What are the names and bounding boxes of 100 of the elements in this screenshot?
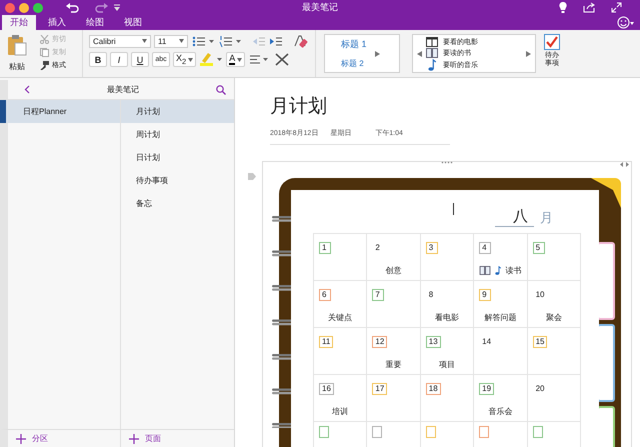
indent-icon[interactable] [269,34,283,48]
font-color-button[interactable]: A [226,52,246,67]
caret-icon [179,39,184,43]
resize-arrows-icon[interactable] [620,162,629,167]
cell-note: 创意 [386,265,402,276]
scissors-icon [40,34,49,44]
month-suffix: 月 [540,209,553,227]
page-item[interactable]: 周计划 [121,123,234,146]
day-number: 11 [319,336,334,348]
day-checkbox[interactable] [319,426,329,438]
lightbulb-icon[interactable] [559,2,567,13]
underline-button[interactable]: U [131,52,149,67]
section-item[interactable]: 日程Planner [0,100,120,123]
cell-note: 聚会 [546,312,562,323]
caret-icon [142,39,147,43]
paragraph-handle-icon[interactable] [248,173,256,180]
day-number: 20 [534,383,546,395]
plus-icon [16,434,26,444]
font-size-dropdown[interactable]: 11 [154,34,188,48]
day-number: 4 [479,242,492,254]
page-item[interactable]: 备忘 [121,192,234,215]
font-name-dropdown[interactable]: Calibri [89,34,151,48]
search-icon[interactable] [216,84,226,94]
copy-icon [40,48,49,56]
folded-corner-icon [591,178,621,208]
book-icon [479,266,492,275]
caret-icon [237,58,242,62]
paste-button[interactable]: 粘贴 [0,30,34,77]
music-note-icon [426,58,438,70]
page-item[interactable]: 日计划 [121,146,234,169]
bullet-list-icon[interactable] [191,34,215,48]
share-icon[interactable] [583,2,595,13]
day-checkbox[interactable] [532,426,543,438]
plus-icon [129,434,139,444]
page-item[interactable]: 月计划 [121,100,234,123]
clear-formatting-icon[interactable] [273,52,292,67]
smiley-icon[interactable] [617,16,634,29]
gallery-arrow-icon[interactable] [417,50,422,56]
day-number: 5 [532,242,545,254]
cell-note: 看电影 [434,312,459,323]
page-item[interactable]: 待办事项 [121,169,234,192]
notebook-title: 最美笔记 [107,84,139,95]
gallery-arrow-icon[interactable] [526,50,531,56]
day-number: 7 [372,289,384,301]
month-name: 八 [495,209,534,227]
ribbon-tab[interactable]: 插入 [40,15,74,30]
bold-button[interactable]: B [89,52,107,67]
day-number: 9 [479,289,492,301]
day-number: 13 [426,336,441,348]
eraser-icon[interactable] [293,34,309,48]
day-number: 3 [426,242,438,254]
close-button[interactable] [5,2,15,12]
cell-note: 音乐会 [488,406,512,417]
add-page-button[interactable]: 页面 [120,430,232,447]
numbered-list-icon[interactable] [218,34,242,48]
day-number: 18 [426,383,441,395]
day-number: 6 [319,289,331,301]
day-number: 15 [532,336,548,348]
caret-icon [188,58,194,62]
minimize-button[interactable] [19,2,29,12]
undo-icon[interactable] [65,2,79,12]
cell-note: 重要 [386,359,402,370]
container-grip-icon[interactable] [441,161,453,164]
day-checkbox[interactable] [372,426,382,438]
day-number: 1 [319,242,331,254]
format-painter-icon [40,60,49,70]
ribbon-tab[interactable]: 视图 [116,15,150,30]
cell-note: 解答问题 [484,312,516,323]
page-title: 月计划 [270,95,327,119]
day-number: 19 [479,383,494,395]
clipboard-icon [7,34,27,56]
italic-button[interactable]: I [110,52,128,67]
redo-icon[interactable] [95,2,109,12]
ribbon-tab[interactable]: 绘图 [78,15,112,30]
day-number: 12 [372,336,388,348]
day-number: 16 [319,383,334,395]
add-section-button[interactable]: 分区 [8,430,120,447]
cell-note: 项目 [438,359,455,370]
day-number: 17 [372,383,388,395]
book-icon [426,48,438,58]
day-number: 14 [481,336,492,348]
cell-note: 读书 [505,265,522,276]
day-number: 2 [374,242,381,254]
cell-note: 培训 [332,406,348,417]
zoom-button[interactable] [33,2,43,12]
day-checkbox[interactable] [479,426,490,438]
heading-style[interactable]: 标题 2 [341,58,367,69]
subscript-button[interactable]: X$_{2}$ [173,52,196,67]
film-icon [426,36,438,46]
customize-caret-icon[interactable] [113,4,121,12]
music-note-icon [494,266,502,275]
gallery-arrow-icon[interactable] [374,50,380,56]
day-number: 8 [428,289,434,301]
cell-note: 关键点 [328,312,352,323]
day-checkbox[interactable] [426,426,436,438]
back-chevron-icon[interactable] [24,85,30,94]
day-number: 10 [534,289,546,301]
heading-style[interactable]: 标题 1 [341,38,367,51]
expand-icon[interactable] [611,2,622,13]
ribbon-tab[interactable]: 开始 [2,15,36,30]
